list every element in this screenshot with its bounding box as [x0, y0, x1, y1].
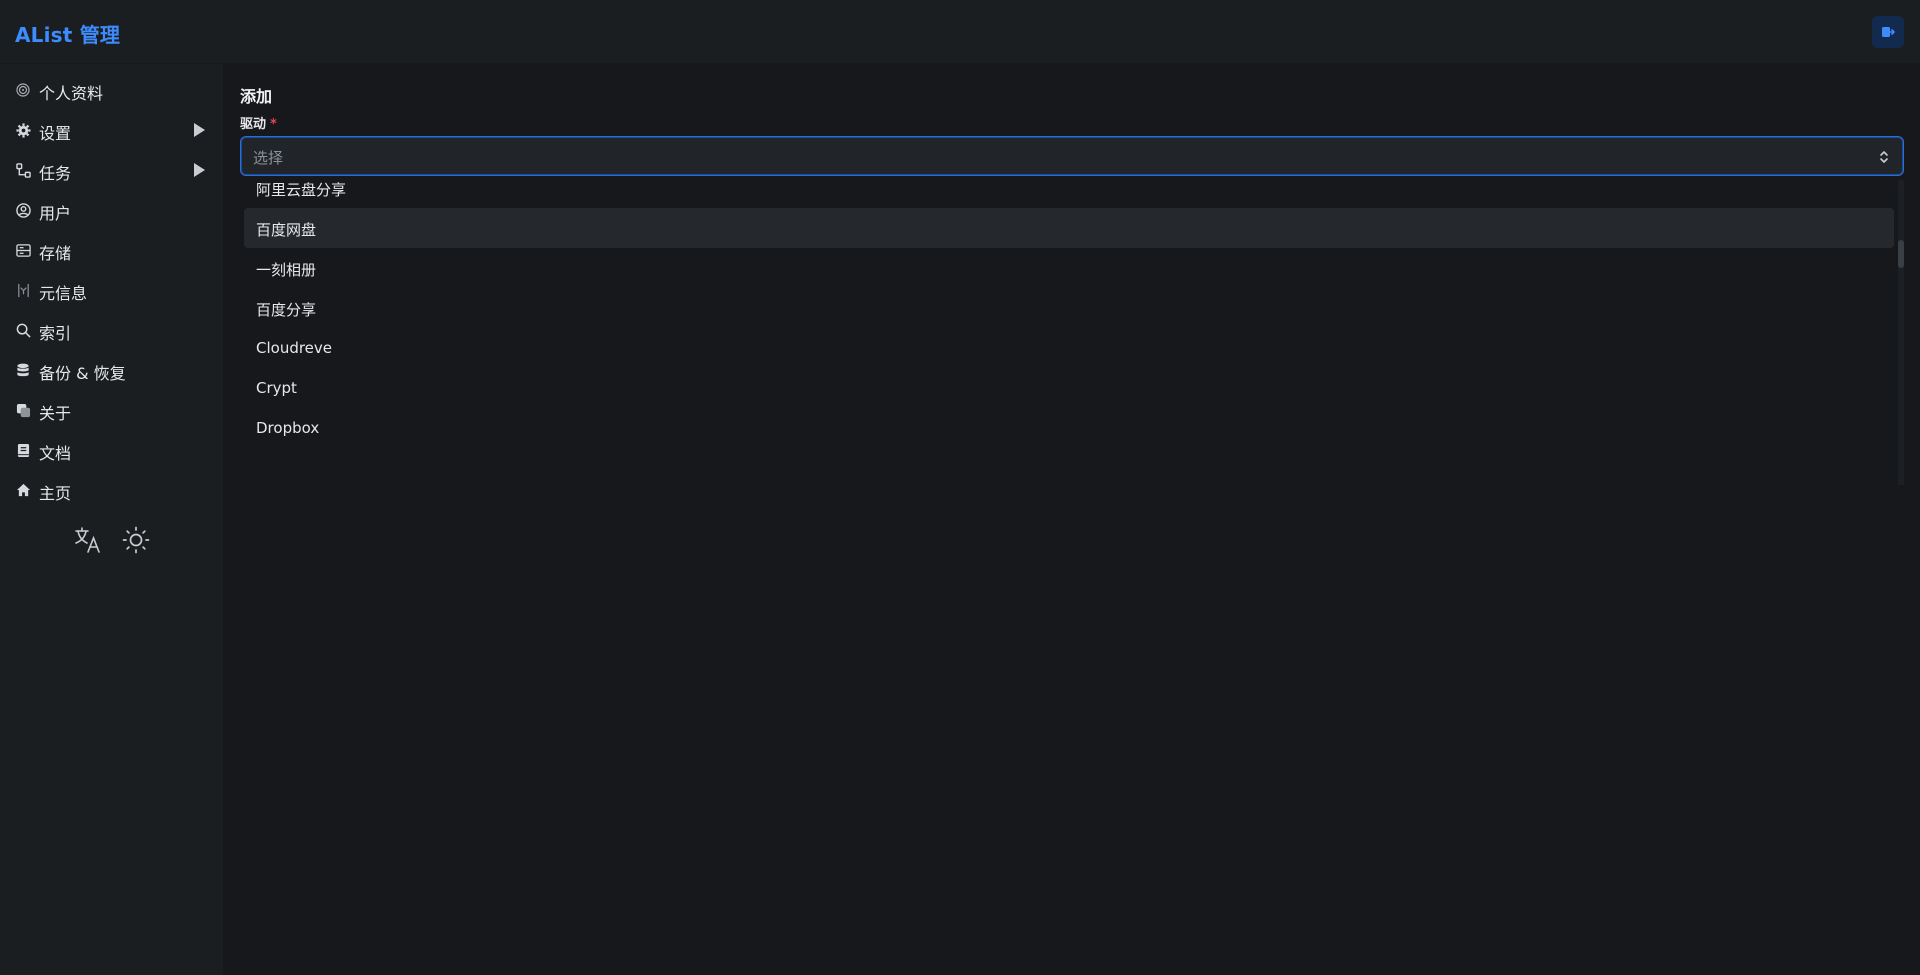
sidebar-item-label: 任务	[39, 164, 72, 183]
chevron-up-down-icon	[1880, 151, 1888, 163]
driver-select[interactable]: 选择	[240, 136, 1904, 176]
sidebar-item-label: 主页	[39, 484, 72, 503]
dropdown-scrollbar[interactable]	[1898, 180, 1904, 485]
sidebar: 个人资料 设置 任务 用户 存储 元信息 索引 备份 & 恢复 关于 文档 主页	[0, 64, 223, 975]
option-item[interactable]: Dropbox	[244, 408, 1894, 448]
logout-button[interactable]	[1872, 16, 1904, 48]
page-title: 添加	[240, 87, 273, 106]
database-icon	[15, 362, 31, 378]
user-circle-icon	[15, 202, 31, 218]
driver-select-placeholder: 选择	[253, 149, 284, 167]
top-header: AList 管理	[0, 0, 1920, 64]
main-content: 添加 驱动 * 选择 阿里云盘分享 百度网盘 一刻相册 百度分享 Cloudrev…	[223, 64, 1920, 975]
sidebar-item-label: 个人资料	[39, 84, 104, 103]
option-item[interactable]: Crypt	[244, 368, 1894, 408]
driver-options-list: 阿里云盘分享 百度网盘 一刻相册 百度分享 Cloudreve Crypt Dr…	[240, 180, 1904, 485]
translate-icon[interactable]	[72, 524, 104, 556]
sidebar-item-label: 设置	[39, 124, 72, 143]
sidebar-item-profile[interactable]: 个人资料	[0, 70, 223, 110]
sidebar-bottom-tools	[72, 524, 162, 556]
sun-icon[interactable]	[120, 524, 152, 556]
expand-arrow-icon[interactable]	[194, 123, 205, 137]
sidebar-item-about[interactable]: 关于	[0, 390, 223, 430]
sidebar-item-tasks[interactable]: 任务	[0, 150, 223, 190]
sidebar-item-label: 元信息	[39, 284, 88, 303]
driver-field-label: 驱动 *	[240, 113, 277, 132]
gear-icon	[15, 122, 31, 138]
option-item[interactable]: 百度分享	[244, 288, 1894, 328]
expand-arrow-icon[interactable]	[194, 163, 205, 177]
sidebar-item-storage[interactable]: 存储	[0, 230, 223, 270]
sidebar-item-docs[interactable]: 文档	[0, 430, 223, 470]
sidebar-item-label: 存储	[39, 244, 72, 263]
app-title[interactable]: AList 管理	[15, 19, 120, 48]
sidebar-item-meta[interactable]: 元信息	[0, 270, 223, 310]
fingerprint-icon	[15, 82, 31, 98]
driver-label-text: 驱动	[240, 117, 267, 132]
sidebar-item-settings[interactable]: 设置	[0, 110, 223, 150]
meta-icon	[15, 282, 31, 298]
option-item[interactable]: Cloudreve	[244, 328, 1894, 368]
scrollbar-thumb[interactable]	[1898, 240, 1904, 268]
sidebar-item-label: 关于	[39, 404, 72, 423]
sidebar-item-backup[interactable]: 备份 & 恢复	[0, 350, 223, 390]
search-icon	[15, 322, 31, 338]
sidebar-item-label: 文档	[39, 444, 72, 463]
sidebar-item-label: 用户	[39, 204, 72, 223]
sidebar-item-label: 备份 & 恢复	[39, 364, 126, 383]
sidebar-item-users[interactable]: 用户	[0, 190, 223, 230]
storage-icon	[15, 242, 31, 258]
sidebar-item-home[interactable]: 主页	[0, 470, 223, 510]
workflow-icon	[15, 162, 31, 178]
required-mark: *	[270, 117, 277, 132]
book-icon	[15, 442, 31, 458]
sidebar-item-index[interactable]: 索引	[0, 310, 223, 350]
option-item[interactable]: 百度网盘	[244, 208, 1894, 248]
option-item[interactable]: 一刻相册	[244, 248, 1894, 288]
sidebar-item-label: 索引	[39, 324, 72, 343]
option-item[interactable]: 阿里云盘分享	[244, 180, 1894, 208]
about-icon	[15, 402, 31, 418]
logout-icon	[1882, 27, 1895, 37]
home-icon	[15, 482, 31, 498]
